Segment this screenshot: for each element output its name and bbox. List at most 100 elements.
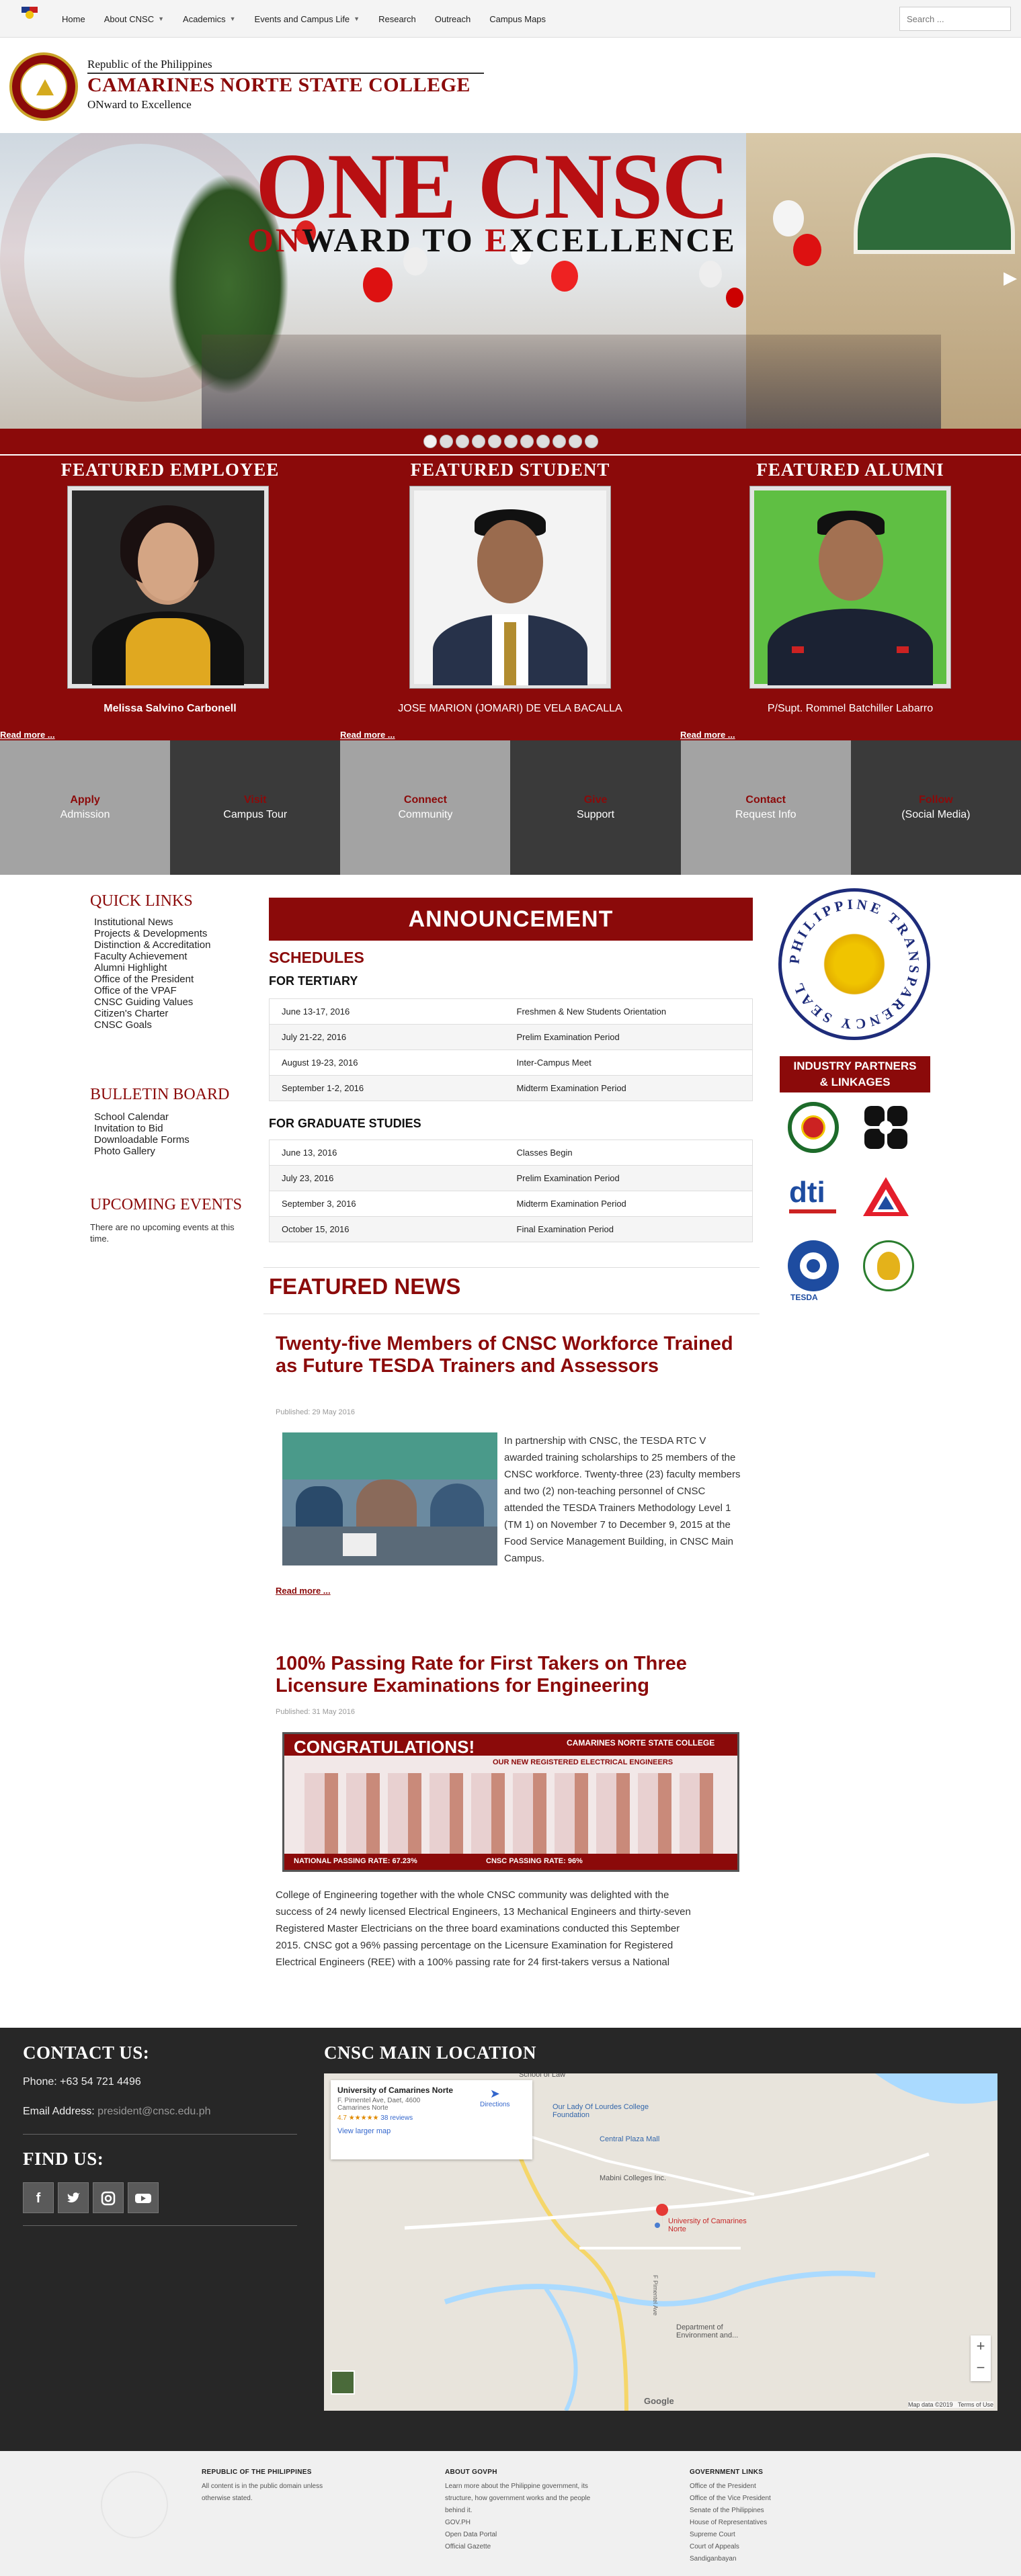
bulletin-link[interactable]: Photo Gallery [94,1146,190,1157]
slider-dot[interactable] [584,435,598,448]
table-row: July 21-22, 2016 Prelim Examination Perio… [269,1024,753,1050]
map-directions-button[interactable]: ➤ Directions [480,2087,509,2108]
banner-subtitle: OUR NEW REGISTERED ELECTRICAL ENGINEERS [493,1758,673,1766]
quick-link[interactable]: CNSC Guiding Values [94,996,210,1008]
slider-dot[interactable] [471,435,485,448]
map-label[interactable]: Our Lady Of Lourdes College Foundation [553,2103,653,2119]
tile-connect[interactable]: Connect Community [340,740,511,875]
slider-dot[interactable] [552,435,566,448]
map-label[interactable]: Central Plaza Mall [600,2135,659,2143]
map-label: School of Law [519,2073,566,2079]
footer-link[interactable]: GOV.PH [445,2517,497,2529]
table-row: June 13-17, 2016 Freshmen & New Students … [269,998,753,1025]
twitter-icon[interactable] [58,2182,89,2213]
nav-home[interactable]: Home [52,14,95,24]
slider-dot[interactable] [487,435,501,448]
tesda-logo-icon[interactable] [788,1240,839,1291]
employee-photo[interactable] [68,486,268,688]
zoom-out-icon[interactable]: − [971,2357,991,2378]
quick-link[interactable]: Projects & Developments [94,928,210,939]
slider-dot[interactable] [455,435,469,448]
article-title[interactable]: 100% Passing Rate for First Takers on Th… [276,1653,746,1697]
tile-contact[interactable]: Contact Request Info [680,740,851,875]
footer-link[interactable]: Supreme Court [690,2529,771,2541]
map-reviews-link[interactable]: 38 reviews [380,2114,413,2122]
article-photo[interactable] [282,1432,497,1565]
slider-dot[interactable] [503,435,518,448]
nav-campus-maps[interactable]: Campus Maps [480,14,555,24]
footer-link[interactable]: Official Gazette [445,2541,497,2553]
satellite-toggle[interactable] [331,2370,355,2395]
footer-link[interactable]: Sandiganbayan [690,2553,771,2565]
tile-follow[interactable]: Follow (Social Media) [850,740,1021,875]
nav-research[interactable]: Research [369,14,425,24]
footer-link[interactable]: Court of Appeals [690,2541,771,2553]
quick-links-list: Institutional News Projects & Developmen… [94,916,210,1031]
partner-logo-icon[interactable] [863,1240,914,1291]
slider-dot[interactable] [423,435,437,448]
tile-apply[interactable]: Apply Admission [0,740,171,875]
govph-logo-icon[interactable] [20,5,39,20]
search-input[interactable] [899,7,1011,31]
quick-link[interactable]: CNSC Goals [94,1019,210,1031]
email-link[interactable]: president@cnsc.edu.ph [97,2106,210,2117]
college-name[interactable]: CAMARINES NORTE STATE COLLEGE [87,74,471,97]
quick-link[interactable]: Citizen's Charter [94,1008,210,1019]
upcoming-events-text: There are no upcoming events at this tim… [90,1222,235,1244]
bulletin-link[interactable]: School Calendar [94,1111,190,1123]
slider-dot[interactable] [568,435,582,448]
dti-logo-icon[interactable]: dti [789,1176,840,1216]
quick-link[interactable]: Institutional News [94,916,210,928]
slider-dot[interactable] [520,435,534,448]
featured-student-title: FEATURED STUDENT [410,460,610,480]
partner-logo-icon[interactable] [788,1102,839,1153]
footer-link[interactable]: Office of the President [690,2481,771,2493]
college-seal-icon[interactable] [9,52,78,121]
tertiary-schedule-table: June 13-17, 2016 Freshmen & New Students … [269,998,753,1101]
slider-dot[interactable] [439,435,453,448]
footer-link[interactable]: Senate of the Philippines [690,2505,771,2517]
transparency-seal-icon[interactable]: PHILIPPINE TRANSPARENCY SEAL [778,888,930,1040]
footer-link[interactable]: Open Data Portal [445,2529,497,2541]
facebook-icon[interactable]: f [23,2182,54,2213]
quick-link[interactable]: Alumni Highlight [94,962,210,974]
quick-link[interactable]: Faculty Achievement [94,951,210,962]
article-banner-photo[interactable]: CONGRATULATIONS! CAMARINES NORTE STATE C… [282,1732,739,1872]
footer-link[interactable]: Office of the Vice President [690,2493,771,2505]
article-published: Published: 29 May 2016 [276,1408,356,1416]
alumni-photo[interactable] [750,486,950,688]
quick-link[interactable]: Distinction & Accreditation [94,939,210,951]
quick-link[interactable]: Office of the VPAF [94,985,210,996]
nav-outreach[interactable]: Outreach [425,14,480,24]
zoom-in-icon[interactable]: + [971,2335,991,2357]
student-read-more[interactable]: Read more ... [340,730,395,740]
contact-title: CONTACT US: [23,2043,150,2063]
employee-read-more[interactable]: Read more ... [0,730,55,740]
table-row: September 1-2, 2016 Midterm Examination P… [269,1075,753,1101]
article-read-more[interactable]: Read more ... [276,1586,331,1596]
nav-about[interactable]: About CNSC ▼ [95,14,173,24]
tile-give[interactable]: Give Support [510,740,681,875]
map-pin-label[interactable]: University of Camarines Norte [668,2217,749,2233]
article-title[interactable]: Twenty-five Members of CNSC Workforce Tr… [276,1333,746,1377]
hero-slider[interactable]: ONE CNSC ONWARD TO EXCELLENCE ▶ [0,133,1021,429]
student-photo[interactable] [410,486,610,688]
quick-link[interactable]: Office of the President [94,974,210,985]
partner-logo-icon[interactable] [860,1174,911,1219]
quick-action-tiles: Apply Admission Visit Campus Tour Connect C… [0,740,1021,875]
youtube-icon[interactable] [128,2182,159,2213]
slider-dot[interactable] [536,435,550,448]
graduate-title: FOR GRADUATE STUDIES [269,1117,421,1130]
map-larger-link[interactable]: View larger map [337,2127,526,2135]
nav-events[interactable]: Events and Campus Life ▼ [245,14,370,24]
bulletin-link[interactable]: Invitation to Bid [94,1123,190,1134]
chevron-right-icon[interactable]: ▶ [1004,267,1017,288]
alumni-read-more[interactable]: Read more ... [680,730,735,740]
instagram-icon[interactable] [93,2182,124,2213]
bulletin-link[interactable]: Downloadable Forms [94,1134,190,1146]
tile-visit[interactable]: Visit Campus Tour [170,740,341,875]
embedded-map[interactable]: School of Law Our Lady Of Lourdes Colleg… [324,2073,997,2411]
partner-logo-icon[interactable] [860,1102,911,1153]
footer-link[interactable]: House of Representatives [690,2517,771,2529]
nav-academics[interactable]: Academics ▼ [173,14,245,24]
